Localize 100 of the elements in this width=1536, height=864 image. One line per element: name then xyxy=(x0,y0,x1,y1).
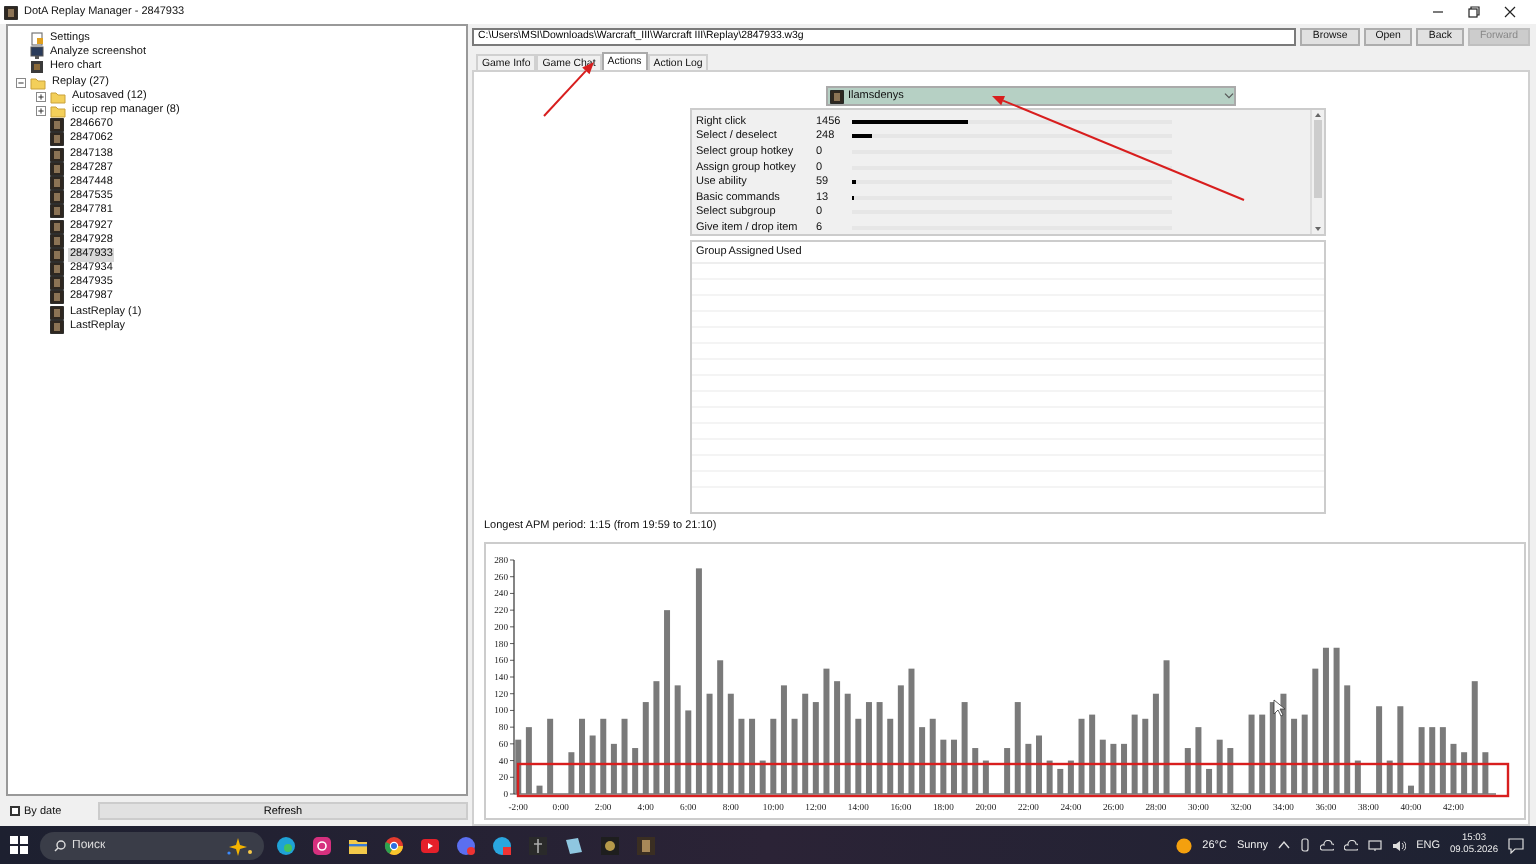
chart-bar xyxy=(919,727,926,794)
document-icon xyxy=(30,32,44,47)
chevron-up-icon[interactable] xyxy=(1278,840,1291,850)
game-icon[interactable] xyxy=(528,835,548,855)
windows-logo-icon[interactable] xyxy=(10,836,28,854)
speaker-icon[interactable] xyxy=(1392,839,1407,851)
chat-icon[interactable] xyxy=(456,835,476,855)
chart-bar xyxy=(653,681,660,794)
chart-bar xyxy=(589,735,596,794)
chart-bar xyxy=(940,739,947,794)
chart-bar xyxy=(1354,760,1361,794)
play-icon[interactable] xyxy=(420,835,440,855)
chart-bar xyxy=(1216,739,1223,794)
chart-bar xyxy=(749,718,756,794)
scroll-down-icon[interactable] xyxy=(1314,226,1322,232)
chat-icon[interactable] xyxy=(492,835,512,855)
chart-bar xyxy=(982,760,989,794)
browser-icon[interactable] xyxy=(384,835,404,855)
chart-bar xyxy=(1152,693,1159,794)
chart-bar xyxy=(951,739,957,794)
chart-bar xyxy=(1386,760,1393,794)
chart-bar xyxy=(770,718,777,794)
chart-bar xyxy=(844,693,851,794)
chart-bar xyxy=(1142,718,1149,794)
chart-bar xyxy=(1439,727,1446,794)
dropdown-caret-icon[interactable] xyxy=(1224,92,1234,100)
chart-bar xyxy=(1057,768,1064,794)
game-icon[interactable] xyxy=(600,835,620,855)
chart-bar xyxy=(1259,714,1266,794)
chart-bar xyxy=(791,718,798,794)
chart-bar xyxy=(897,685,904,794)
chart-bar xyxy=(1450,743,1457,794)
folder-icon[interactable] xyxy=(348,835,368,855)
thumbnail-icon xyxy=(4,5,18,19)
chart-bar xyxy=(1036,735,1042,794)
chart-bar xyxy=(1184,748,1191,794)
plus-icon[interactable] xyxy=(36,106,46,117)
chart-bar xyxy=(579,718,585,794)
arrow-annotation xyxy=(543,62,594,117)
chart-bar xyxy=(961,702,968,794)
chart-bar xyxy=(610,743,617,794)
chart-bar xyxy=(1376,706,1383,794)
chart-bar xyxy=(1078,718,1085,794)
game-icon[interactable] xyxy=(636,835,656,855)
chart-bar xyxy=(759,760,766,794)
network-icon[interactable] xyxy=(1368,839,1383,851)
chart-bar xyxy=(1014,702,1021,794)
chart-bar xyxy=(780,685,787,794)
chart-bar xyxy=(908,668,915,794)
checkbox[interactable] xyxy=(10,806,20,816)
chart-bar xyxy=(568,752,575,794)
chart-bar xyxy=(1004,748,1011,794)
chart-bar xyxy=(1046,760,1053,794)
chart-bar xyxy=(525,727,532,794)
scrollbar[interactable] xyxy=(1310,110,1324,234)
search-icon xyxy=(54,839,66,851)
chart-bar xyxy=(738,718,745,794)
chart-bar xyxy=(727,693,734,794)
chart-bar xyxy=(1195,727,1202,794)
device-icon[interactable] xyxy=(1300,838,1311,852)
chart-bar xyxy=(834,681,841,794)
chart-bar xyxy=(1163,660,1170,794)
chart-bar xyxy=(717,660,724,794)
chart-bar xyxy=(1461,752,1468,794)
chart-bar xyxy=(1312,668,1319,794)
chart-bar xyxy=(1280,693,1287,794)
notification-icon[interactable] xyxy=(1508,837,1524,853)
minus-icon[interactable] xyxy=(16,77,26,88)
chart-bar xyxy=(632,748,639,794)
chart-bar xyxy=(621,718,628,794)
chart-bar xyxy=(802,693,809,794)
chart-bar xyxy=(1099,739,1106,794)
camera-icon[interactable] xyxy=(312,835,332,855)
close-icon[interactable] xyxy=(1504,6,1516,18)
sun-icon[interactable] xyxy=(1176,837,1193,853)
plus-icon[interactable] xyxy=(36,91,46,102)
restore-icon[interactable] xyxy=(1468,6,1480,18)
chart-bar xyxy=(823,668,830,794)
chart-bar xyxy=(600,718,607,794)
chart-bar xyxy=(1067,760,1074,794)
window-icon[interactable] xyxy=(564,835,584,855)
chart-bar xyxy=(547,718,554,794)
chart-bar xyxy=(855,718,862,794)
chart-bar xyxy=(515,739,522,794)
chart-bar xyxy=(1269,702,1276,794)
chart-bar xyxy=(1291,718,1298,794)
browser-icon[interactable] xyxy=(276,835,296,855)
chart-bar xyxy=(1121,743,1128,794)
chart-bar xyxy=(536,785,543,794)
chart-bar xyxy=(972,748,979,794)
chart-bar xyxy=(685,710,692,794)
chart-bar xyxy=(1248,714,1255,794)
cursor-icon xyxy=(1273,699,1286,717)
chart-bar xyxy=(812,702,819,794)
chart-bar xyxy=(1110,743,1117,794)
chart-bar xyxy=(1301,714,1308,794)
chart-bar xyxy=(1429,727,1436,794)
chart-bar xyxy=(887,718,894,794)
minimize-icon[interactable] xyxy=(1432,6,1444,18)
image-icon xyxy=(30,60,44,75)
